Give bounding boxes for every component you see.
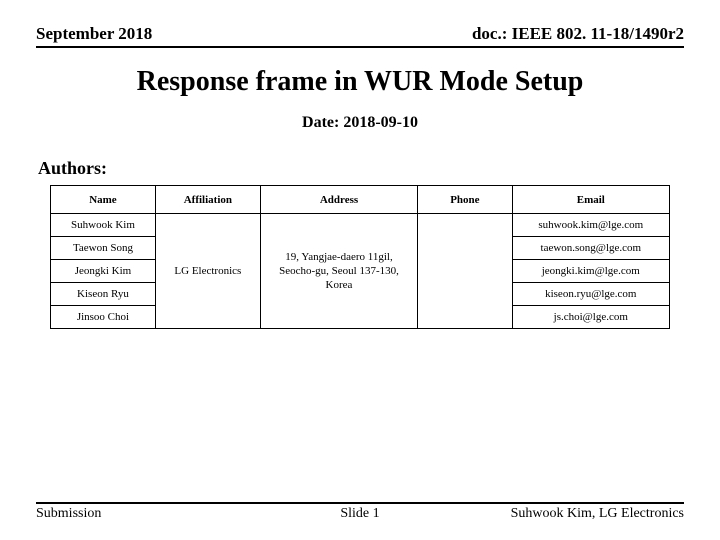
author-name: Jinsoo Choi (51, 306, 156, 329)
author-phone (418, 214, 512, 329)
footer-left: Submission (36, 506, 101, 522)
page-title: Response frame in WUR Mode Setup (36, 66, 684, 98)
author-name: Taewon Song (51, 237, 156, 260)
author-email: taewon.song@lge.com (512, 237, 669, 260)
header-doc-number: doc.: IEEE 802. 11-18/1490r2 (472, 24, 684, 44)
date-line: Date: 2018-09-10 (36, 114, 684, 132)
author-affiliation: LG Electronics (155, 214, 260, 329)
col-address: Address (260, 186, 417, 214)
header-date: September 2018 (36, 24, 152, 44)
col-email: Email (512, 186, 669, 214)
col-phone: Phone (418, 186, 512, 214)
author-email: kiseon.ryu@lge.com (512, 283, 669, 306)
author-name: Jeongki Kim (51, 260, 156, 283)
table-row: Suhwook Kim LG Electronics 19, Yangjae-d… (51, 214, 670, 237)
author-email: jeongki.kim@lge.com (512, 260, 669, 283)
author-address: 19, Yangjae-daero 11gil, Seocho-gu, Seou… (260, 214, 417, 329)
footer-center: Slide 1 (340, 506, 379, 522)
table-header-row: Name Affiliation Address Phone Email (51, 186, 670, 214)
col-name: Name (51, 186, 156, 214)
author-email: js.choi@lge.com (512, 306, 669, 329)
footer-right: Suhwook Kim, LG Electronics (511, 506, 684, 522)
footer: Submission Slide 1 Suhwook Kim, LG Elect… (36, 502, 684, 522)
col-affiliation: Affiliation (155, 186, 260, 214)
author-name: Kiseon Ryu (51, 283, 156, 306)
authors-table: Name Affiliation Address Phone Email Suh… (50, 185, 670, 329)
header: September 2018 doc.: IEEE 802. 11-18/149… (36, 24, 684, 48)
author-email: suhwook.kim@lge.com (512, 214, 669, 237)
authors-label: Authors: (38, 158, 684, 179)
author-name: Suhwook Kim (51, 214, 156, 237)
